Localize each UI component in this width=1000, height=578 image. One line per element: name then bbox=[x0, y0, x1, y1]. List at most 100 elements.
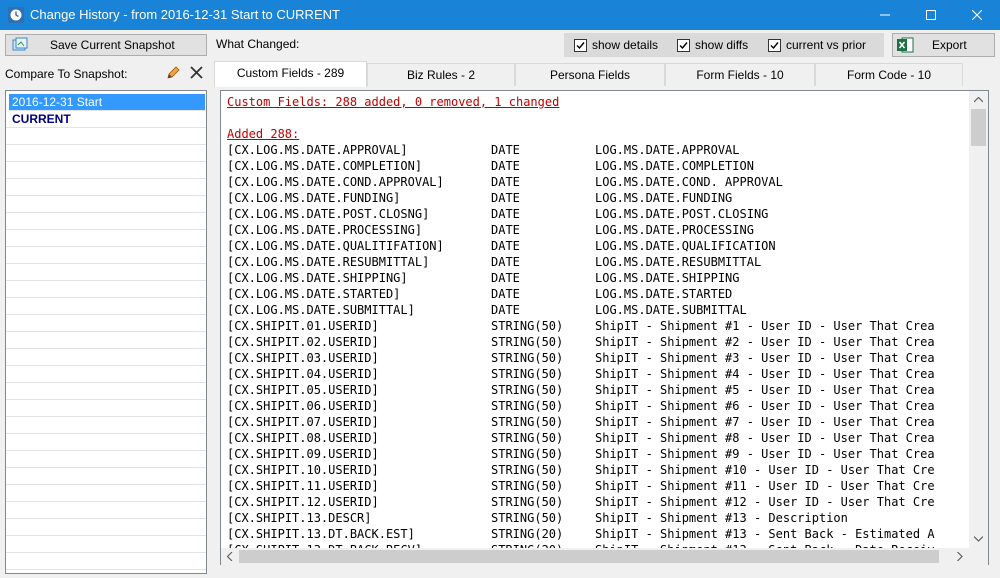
field-type-cell: STRING(50) bbox=[491, 463, 564, 477]
field-id-cell: [CX.LOG.MS.DATE.POST.CLOSNG] bbox=[227, 207, 430, 221]
field-type-cell: STRING(50) bbox=[491, 415, 564, 429]
snapshot-item-2016-12-31-start[interactable]: 2016-12-31 Start bbox=[9, 94, 205, 111]
field-description-cell: ShipIT - Shipment #13 - Sent Back - Esti… bbox=[595, 527, 935, 541]
field-description-cell: ShipIT - Shipment #10 - User ID - User T… bbox=[595, 463, 935, 477]
field-id-cell: [CX.LOG.MS.DATE.PROCESSING] bbox=[227, 223, 423, 237]
field-description-cell: ShipIT - Shipment #13 - Description bbox=[595, 511, 848, 525]
excel-icon bbox=[897, 37, 914, 53]
list-item bbox=[6, 383, 206, 400]
field-id-cell: [CX.LOG.MS.DATE.FUNDING] bbox=[227, 191, 401, 205]
what-changed-label: What Changed: bbox=[216, 37, 300, 51]
field-description-cell: LOG.MS.DATE.PROCESSING bbox=[595, 223, 754, 237]
tab-form-fields[interactable]: Form Fields - 10 bbox=[665, 63, 815, 86]
field-type-cell: STRING(50) bbox=[491, 447, 564, 461]
list-item bbox=[6, 315, 206, 332]
field-id-cell: [CX.SHIPIT.09.USERID] bbox=[227, 447, 379, 461]
field-description-cell: LOG.MS.DATE.COND. APPROVAL bbox=[595, 175, 783, 189]
close-button[interactable] bbox=[954, 0, 1000, 30]
scroll-right-arrow-icon[interactable] bbox=[957, 552, 963, 561]
tab-persona-fields[interactable]: Persona Fields bbox=[515, 63, 665, 86]
list-item bbox=[6, 281, 206, 298]
list-item bbox=[6, 485, 206, 502]
checkbox-checked-icon bbox=[768, 38, 781, 52]
field-id-cell: [CX.LOG.MS.DATE.COMPLETION] bbox=[227, 159, 423, 173]
maximize-button[interactable] bbox=[908, 0, 954, 30]
list-item bbox=[6, 366, 206, 383]
field-description-cell: LOG.MS.DATE.SHIPPING bbox=[595, 271, 740, 285]
field-description-cell: ShipIT - Shipment #4 - User ID - User Th… bbox=[595, 367, 935, 381]
field-type-cell: DATE bbox=[491, 223, 520, 237]
field-id-cell: [CX.LOG.MS.DATE.STARTED] bbox=[227, 287, 401, 301]
current-vs-prior-checkbox[interactable]: current vs prior bbox=[768, 37, 866, 53]
field-id-cell: [CX.LOG.MS.DATE.COND.APPROVAL] bbox=[227, 175, 444, 189]
field-description-cell: ShipIT - Shipment #3 - User ID - User Th… bbox=[595, 351, 935, 365]
list-item bbox=[6, 332, 206, 349]
show-diffs-checkbox[interactable]: show diffs bbox=[677, 37, 748, 53]
scroll-down-arrow-icon[interactable] bbox=[974, 536, 983, 542]
field-description-cell: ShipIT - Shipment #5 - User ID - User Th… bbox=[595, 383, 935, 397]
field-id-cell: [CX.LOG.MS.DATE.SUBMITTAL] bbox=[227, 303, 415, 317]
minimize-button[interactable] bbox=[862, 0, 908, 30]
field-type-cell: DATE bbox=[491, 175, 520, 189]
scroll-left-arrow-icon[interactable] bbox=[227, 552, 233, 561]
field-type-cell: STRING(20) bbox=[491, 527, 564, 541]
list-item bbox=[6, 145, 206, 162]
field-type-cell: STRING(50) bbox=[491, 367, 564, 381]
field-type-cell: STRING(50) bbox=[491, 479, 564, 493]
list-item bbox=[6, 179, 206, 196]
vertical-scroll-thumb[interactable] bbox=[971, 109, 986, 146]
field-type-cell: DATE bbox=[491, 255, 520, 269]
show-details-checkbox[interactable]: show details bbox=[574, 37, 658, 53]
list-item bbox=[6, 553, 206, 570]
field-description-cell: LOG.MS.DATE.APPROVAL bbox=[595, 143, 740, 157]
horizontal-scrollbar[interactable] bbox=[221, 548, 969, 565]
list-item bbox=[6, 417, 206, 434]
field-id-cell: [CX.SHIPIT.01.USERID] bbox=[227, 319, 379, 333]
save-snapshot-label: Save Current Snapshot bbox=[50, 38, 175, 52]
field-description-cell: ShipIT - Shipment #9 - User ID - User Th… bbox=[595, 447, 935, 461]
list-item bbox=[6, 213, 206, 230]
list-item bbox=[6, 298, 206, 315]
tab-form-code[interactable]: Form Code - 10 bbox=[815, 63, 963, 86]
tab-custom-fields[interactable]: Custom Fields - 289 bbox=[214, 61, 367, 87]
list-item bbox=[6, 502, 206, 519]
field-type-cell: DATE bbox=[491, 143, 520, 157]
field-description-cell: LOG.MS.DATE.FUNDING bbox=[595, 191, 733, 205]
field-description-cell: LOG.MS.DATE.QUALIFICATION bbox=[595, 239, 776, 253]
save-snapshot-button[interactable]: Save Current Snapshot bbox=[5, 34, 207, 56]
list-item bbox=[6, 162, 206, 179]
tab-biz-rules[interactable]: Biz Rules - 2 bbox=[367, 63, 515, 86]
field-id-cell: [CX.SHIPIT.08.USERID] bbox=[227, 431, 379, 445]
field-id-cell: [CX.SHIPIT.02.USERID] bbox=[227, 335, 379, 349]
snapshot-list[interactable]: 2016-12-31 Start CURRENT bbox=[5, 90, 207, 574]
show-diffs-label: show diffs bbox=[695, 38, 749, 52]
vertical-scrollbar[interactable] bbox=[969, 91, 988, 548]
list-item bbox=[6, 196, 206, 213]
field-type-cell: STRING(50) bbox=[491, 495, 564, 509]
list-item bbox=[6, 230, 206, 247]
change-details-text[interactable]: Custom Fields: 288 added, 0 removed, 1 c… bbox=[220, 90, 989, 565]
horizontal-scroll-thumb[interactable] bbox=[239, 550, 939, 563]
compare-to-snapshot-label: Compare To Snapshot: bbox=[5, 67, 128, 81]
edit-pencil-icon[interactable] bbox=[166, 65, 181, 80]
field-id-cell: [CX.SHIPIT.06.USERID] bbox=[227, 399, 379, 413]
field-id-cell: [CX.SHIPIT.03.USERID] bbox=[227, 351, 379, 365]
field-description-cell: LOG.MS.DATE.STARTED bbox=[595, 287, 733, 301]
field-description-cell: ShipIT - Shipment #1 - User ID - User Th… bbox=[595, 319, 935, 333]
snapshot-camera-icon bbox=[12, 37, 28, 51]
delete-x-icon[interactable] bbox=[189, 65, 204, 80]
field-type-cell: STRING(50) bbox=[491, 383, 564, 397]
field-id-cell: [CX.SHIPIT.04.USERID] bbox=[227, 367, 379, 381]
field-type-cell: DATE bbox=[491, 271, 520, 285]
list-item bbox=[6, 128, 206, 145]
export-button[interactable]: Export bbox=[892, 33, 995, 57]
field-id-cell: [CX.LOG.MS.DATE.QUALITIFATION] bbox=[227, 239, 444, 253]
current-vs-prior-label: current vs prior bbox=[786, 38, 867, 52]
snapshot-item-current[interactable]: CURRENT bbox=[6, 111, 206, 128]
field-description-cell: LOG.MS.DATE.POST.CLOSING bbox=[595, 207, 769, 221]
list-item bbox=[6, 400, 206, 417]
scroll-up-arrow-icon[interactable] bbox=[974, 97, 983, 103]
field-type-cell: STRING(50) bbox=[491, 351, 564, 365]
field-id-cell: [CX.SHIPIT.10.USERID] bbox=[227, 463, 379, 477]
field-description-cell: LOG.MS.DATE.COMPLETION bbox=[595, 159, 754, 173]
